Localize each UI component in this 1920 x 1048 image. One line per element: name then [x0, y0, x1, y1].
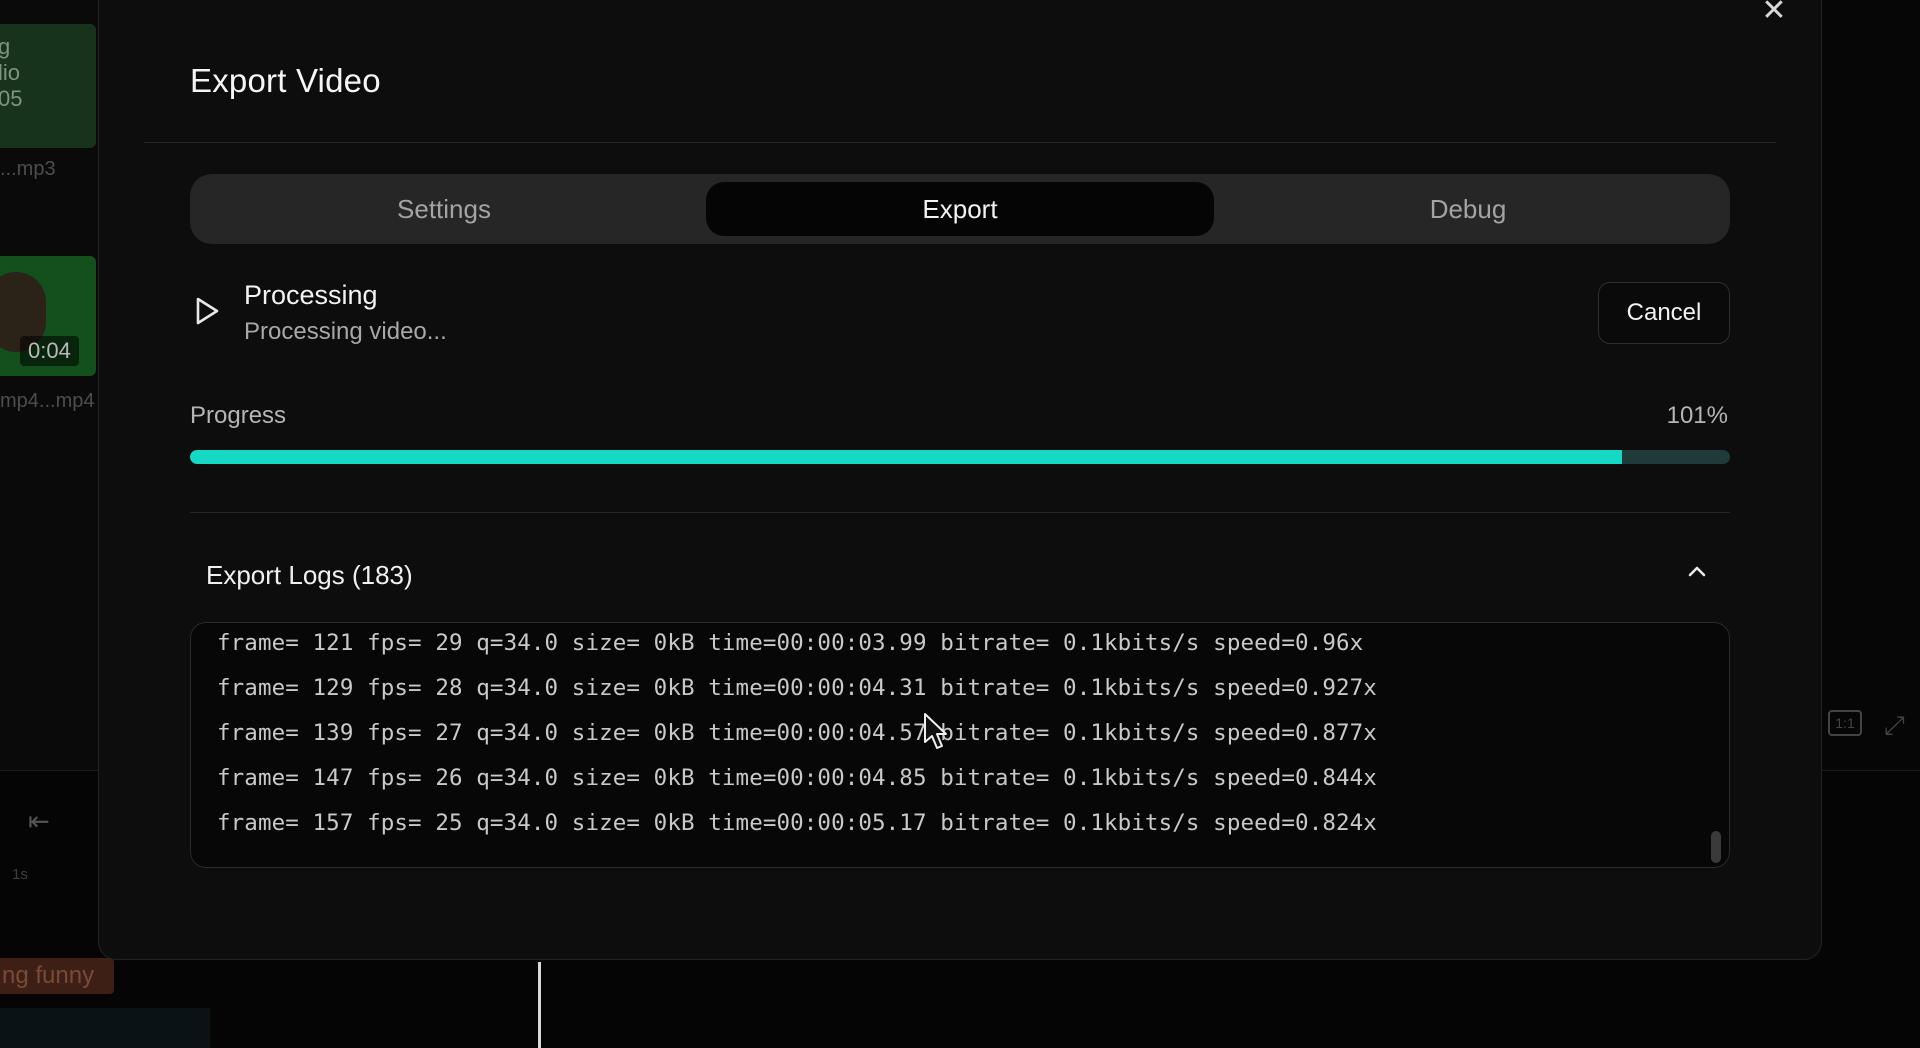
video-file-name: mp4...mp4 [0, 390, 95, 412]
dialog-title: Export Video [190, 62, 381, 99]
video-duration: 0:04 [20, 336, 79, 366]
audio-thumb-line: g [0, 34, 11, 59]
audio-thumb-line: lio [0, 60, 21, 85]
close-icon[interactable]: ✕ [1752, 0, 1796, 28]
skip-to-start-icon[interactable]: ⇤ [28, 806, 50, 837]
tab-settings[interactable]: Settings [190, 182, 698, 236]
export-logs-toggle[interactable]: Export Logs (183) [190, 546, 1730, 602]
play-icon [196, 297, 219, 325]
log-line: frame= 121 fps= 29 q=34.0 size= 0kB time… [217, 630, 1364, 656]
audio-file-name: ...mp3 [0, 158, 56, 180]
video-clip-thumbnail[interactable]: 0:04 [0, 256, 96, 376]
progress-bar-fill [190, 450, 1623, 464]
log-line: frame= 139 fps= 27 q=34.0 size= 0kB time… [217, 720, 1377, 746]
chevron-up-icon [1688, 566, 1706, 577]
export-logs-title: Export Logs (183) [206, 560, 413, 590]
progress-label: Progress [190, 402, 287, 429]
audio-thumb-line: 05 [0, 86, 23, 111]
divider [144, 142, 1776, 143]
log-line: frame= 147 fps= 26 q=34.0 size= 0kB time… [217, 765, 1377, 791]
progress-bar [190, 450, 1730, 464]
log-scrollbar[interactable] [1711, 831, 1721, 863]
divider [190, 512, 1730, 513]
cancel-button[interactable]: Cancel [1598, 282, 1730, 344]
fullscreen-icon[interactable]: ⤢ [1884, 710, 1905, 742]
aspect-ratio-icon[interactable]: 1:1 [1828, 710, 1862, 736]
status-subtitle: Processing video... [244, 318, 447, 345]
status-title: Processing [244, 280, 378, 310]
cursor-icon [924, 713, 947, 749]
playhead[interactable] [538, 962, 541, 1048]
tab-debug[interactable]: Debug [1214, 182, 1722, 236]
caption-clip[interactable]: ng funny [0, 958, 114, 994]
progress-percentage: 101% [1666, 402, 1728, 429]
log-line: frame= 129 fps= 28 q=34.0 size= 0kB time… [217, 675, 1377, 701]
log-line: frame= 157 fps= 25 q=34.0 size= 0kB time… [217, 810, 1377, 836]
tab-export[interactable]: Export [706, 182, 1214, 236]
audio-clip-thumbnail[interactable]: g lio 05 [0, 24, 96, 148]
tab-bar: Settings Export Debug [190, 174, 1730, 244]
timeline-ruler-label: 1s [12, 866, 28, 883]
export-logs-panel[interactable]: frame= 121 fps= 29 q=34.0 size= 0kB time… [190, 622, 1730, 868]
timeline-clip[interactable] [0, 1008, 210, 1048]
